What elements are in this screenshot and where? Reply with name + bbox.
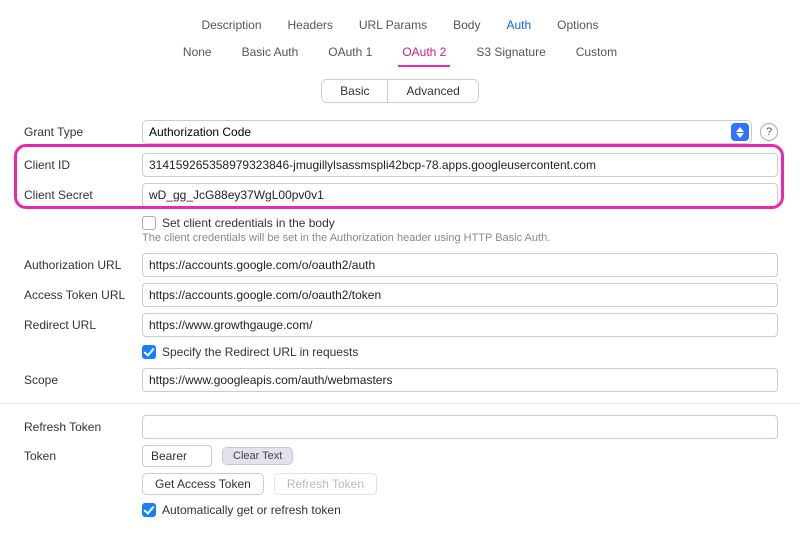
label-refresh-token: Refresh Token [22,420,134,434]
seg-advanced[interactable]: Advanced [387,80,477,102]
grant-type-select[interactable]: Authorization Code [142,120,752,144]
auth-tab-none[interactable]: None [179,42,216,67]
auth-url-input[interactable] [142,253,778,277]
row-creds-in-body: Set client credentials in the body The c… [22,210,778,247]
creds-helper-text: The client credentials will be set in th… [142,232,778,244]
label-auth-url: Authorization URL [22,258,134,272]
refresh-token-button[interactable]: Refresh Token [274,473,377,495]
row-client-id: Client ID [22,150,778,180]
client-secret-input[interactable] [142,183,778,207]
creds-in-body-label: Set client credentials in the body [162,216,335,230]
token-type-select[interactable]: Bearer [142,445,212,467]
access-token-url-input[interactable] [142,283,778,307]
select-caret-icon [731,123,749,141]
redirect-url-input[interactable] [142,313,778,337]
mode-segmented-wrap: Basic Advanced [22,75,778,117]
auth-tab-basic[interactable]: Basic Auth [238,42,303,67]
auth-tab-oauth2[interactable]: OAuth 2 [398,42,450,67]
client-creds-group: Client ID Client Secret [22,147,778,210]
label-redirect-url: Redirect URL [22,318,134,332]
oauth2-panel: Description Headers URL Params Body Auth… [0,0,800,542]
specify-redirect-label: Specify the Redirect URL in requests [162,345,358,359]
clear-text-button[interactable]: Clear Text [222,447,293,465]
row-client-secret: Client Secret [22,180,778,210]
auth-tab-s3[interactable]: S3 Signature [472,42,549,67]
label-scope: Scope [22,373,134,387]
seg-basic[interactable]: Basic [322,80,387,102]
tab-url-params[interactable]: URL Params [355,16,431,34]
label-access-token-url: Access Token URL [22,288,134,302]
tab-body[interactable]: Body [449,16,484,34]
client-id-input[interactable] [142,153,778,177]
grant-type-help[interactable]: ? [760,123,778,141]
creds-in-body-checkbox[interactable] [142,216,156,230]
auto-refresh-label: Automatically get or refresh token [162,503,341,517]
auto-refresh-checkbox[interactable] [142,503,156,517]
specify-redirect-checkbox[interactable] [142,345,156,359]
row-access-token-url: Access Token URL [22,280,778,310]
row-scope: Scope [22,364,778,395]
scope-input[interactable] [142,368,778,392]
tab-description[interactable]: Description [197,16,265,34]
row-specify-redirect: Specify the Redirect URL in requests [22,340,778,364]
tab-headers[interactable]: Headers [284,16,337,34]
section-tabs: Description Headers URL Params Body Auth… [22,10,778,38]
tab-auth[interactable]: Auth [502,16,535,34]
row-redirect-url: Redirect URL [22,310,778,340]
label-token: Token [22,449,134,463]
mode-segmented[interactable]: Basic Advanced [321,79,479,103]
section-divider [0,403,800,404]
refresh-token-input[interactable] [142,415,778,439]
auth-type-tabs: None Basic Auth OAuth 1 OAuth 2 S3 Signa… [22,38,778,75]
get-access-token-button[interactable]: Get Access Token [142,473,264,495]
label-client-secret: Client Secret [22,188,134,202]
label-grant-type: Grant Type [22,125,134,139]
row-auth-url: Authorization URL [22,247,778,280]
row-refresh-token: Refresh Token [22,412,778,442]
auth-tab-oauth1[interactable]: OAuth 1 [324,42,376,67]
label-client-id: Client ID [22,158,134,172]
row-token-actions: Get Access Token Refresh Token [22,470,778,498]
row-token: Token Bearer Clear Text [22,442,778,470]
row-grant-type: Grant Type Authorization Code ? [22,117,778,147]
row-auto-refresh: Automatically get or refresh token [22,498,778,522]
tab-options[interactable]: Options [553,16,602,34]
auth-tab-custom[interactable]: Custom [572,42,621,67]
